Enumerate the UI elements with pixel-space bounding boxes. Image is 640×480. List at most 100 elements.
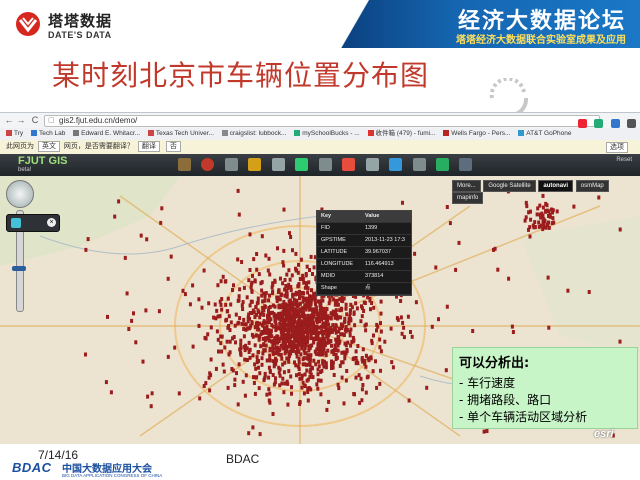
vehicle-marker[interactable] xyxy=(197,323,201,328)
vehicle-marker[interactable] xyxy=(308,345,312,350)
vehicle-marker[interactable] xyxy=(327,399,331,404)
vehicle-marker[interactable] xyxy=(236,402,240,407)
vehicle-marker[interactable] xyxy=(324,365,328,370)
bookmark-item[interactable]: mySchoolBucks - ... xyxy=(294,128,360,140)
vehicle-marker[interactable] xyxy=(316,372,320,377)
close-icon[interactable]: × xyxy=(47,218,56,227)
vehicle-marker[interactable] xyxy=(350,305,354,310)
vehicle-marker[interactable] xyxy=(260,234,264,239)
vehicle-marker[interactable] xyxy=(551,208,555,213)
bookmark-item[interactable]: AT&T GoPhone xyxy=(518,128,572,140)
vehicle-marker[interactable] xyxy=(239,342,243,347)
translate-options-button[interactable]: 选项 xyxy=(606,142,628,153)
vehicle-marker[interactable] xyxy=(244,343,248,348)
vehicle-marker[interactable] xyxy=(354,361,358,366)
vehicle-marker[interactable] xyxy=(306,377,310,382)
vehicle-marker[interactable] xyxy=(134,340,138,345)
vehicle-marker[interactable] xyxy=(220,349,224,354)
vehicle-marker[interactable] xyxy=(283,311,287,316)
vehicle-marker[interactable] xyxy=(315,336,318,341)
vehicle-marker[interactable] xyxy=(207,375,211,380)
vehicle-marker[interactable] xyxy=(399,315,403,320)
vehicle-marker[interactable] xyxy=(311,272,314,276)
vehicle-marker[interactable] xyxy=(330,343,333,348)
select-tool-icon[interactable] xyxy=(295,158,309,171)
vehicle-marker[interactable] xyxy=(139,233,143,238)
vehicle-marker[interactable] xyxy=(254,366,258,371)
vehicle-marker[interactable] xyxy=(533,220,537,225)
vehicle-marker[interactable] xyxy=(257,365,260,370)
vehicle-marker[interactable] xyxy=(336,335,340,340)
vehicle-marker[interactable] xyxy=(293,336,297,341)
vehicle-marker[interactable] xyxy=(251,425,255,430)
vehicle-marker[interactable] xyxy=(236,321,240,326)
vehicle-marker[interactable] xyxy=(401,200,404,205)
vehicle-marker[interactable] xyxy=(267,375,271,380)
vehicle-marker[interactable] xyxy=(289,374,293,379)
vehicle-marker[interactable] xyxy=(228,350,232,355)
vehicle-marker[interactable] xyxy=(399,299,403,303)
vehicle-marker[interactable] xyxy=(284,345,288,350)
vehicle-marker[interactable] xyxy=(401,320,405,325)
bookmark-item[interactable]: craigslist: lubbock... xyxy=(221,128,286,140)
vehicle-marker[interactable] xyxy=(267,320,271,325)
vehicle-marker[interactable] xyxy=(299,342,303,347)
vehicle-marker[interactable] xyxy=(257,337,261,342)
vehicle-marker[interactable] xyxy=(243,322,247,327)
vehicle-marker[interactable] xyxy=(261,351,265,356)
vehicle-marker[interactable] xyxy=(282,248,286,253)
vehicle-marker[interactable] xyxy=(215,308,219,313)
vehicle-marker[interactable] xyxy=(104,380,108,385)
vehicle-marker[interactable] xyxy=(253,391,257,396)
vehicle-marker[interactable] xyxy=(340,375,344,380)
vehicle-marker[interactable] xyxy=(123,255,127,260)
vehicle-marker[interactable] xyxy=(363,301,367,305)
vehicle-marker[interactable] xyxy=(383,339,387,344)
vehicle-marker[interactable] xyxy=(375,328,378,333)
basemap-autonavi-button[interactable]: autonavi xyxy=(538,180,574,192)
vehicle-marker[interactable] xyxy=(268,348,272,353)
vehicle-marker[interactable] xyxy=(274,351,278,355)
vehicle-marker[interactable] xyxy=(275,326,279,331)
vehicle-marker[interactable] xyxy=(215,329,219,334)
vehicle-marker[interactable] xyxy=(374,359,377,364)
vehicle-marker[interactable] xyxy=(537,220,541,225)
vehicle-marker[interactable] xyxy=(327,339,331,343)
vehicle-marker[interactable] xyxy=(291,301,294,306)
vehicle-marker[interactable] xyxy=(243,393,247,398)
vehicle-marker[interactable] xyxy=(360,357,364,362)
vehicle-marker[interactable] xyxy=(298,338,302,342)
vehicle-marker[interactable] xyxy=(268,370,272,375)
basemap-more-button[interactable]: More... xyxy=(452,180,481,192)
vehicle-marker[interactable] xyxy=(202,384,206,388)
vehicle-marker[interactable] xyxy=(209,357,213,362)
vehicle-marker[interactable] xyxy=(247,350,251,354)
vehicle-marker[interactable] xyxy=(319,378,323,383)
vehicle-marker[interactable] xyxy=(280,327,284,332)
vehicle-marker[interactable] xyxy=(409,330,412,334)
vehicle-marker[interactable] xyxy=(349,317,353,322)
vehicle-marker[interactable] xyxy=(379,311,383,316)
vehicle-marker[interactable] xyxy=(242,317,246,322)
vehicle-marker[interactable] xyxy=(369,356,373,361)
vehicle-marker[interactable] xyxy=(257,334,261,339)
vehicle-marker[interactable] xyxy=(301,322,305,327)
vehicle-marker[interactable] xyxy=(113,214,117,219)
vehicle-marker[interactable] xyxy=(325,407,329,412)
vehicle-marker[interactable] xyxy=(226,296,230,301)
vehicle-marker[interactable] xyxy=(492,247,495,252)
vehicle-marker[interactable] xyxy=(321,352,325,357)
vehicle-marker[interactable] xyxy=(321,331,325,336)
vehicle-marker[interactable] xyxy=(284,314,288,319)
vehicle-marker[interactable] xyxy=(510,324,514,329)
vehicle-marker[interactable] xyxy=(250,311,254,315)
vehicle-marker[interactable] xyxy=(355,306,359,311)
vehicle-marker[interactable] xyxy=(239,346,243,351)
vehicle-marker[interactable] xyxy=(208,388,212,393)
vehicle-marker[interactable] xyxy=(379,368,382,373)
vehicle-marker[interactable] xyxy=(232,283,235,288)
vehicle-marker[interactable] xyxy=(311,375,315,380)
vehicle-marker[interactable] xyxy=(540,213,544,218)
vehicle-marker[interactable] xyxy=(535,212,539,217)
vehicle-marker[interactable] xyxy=(246,315,250,320)
